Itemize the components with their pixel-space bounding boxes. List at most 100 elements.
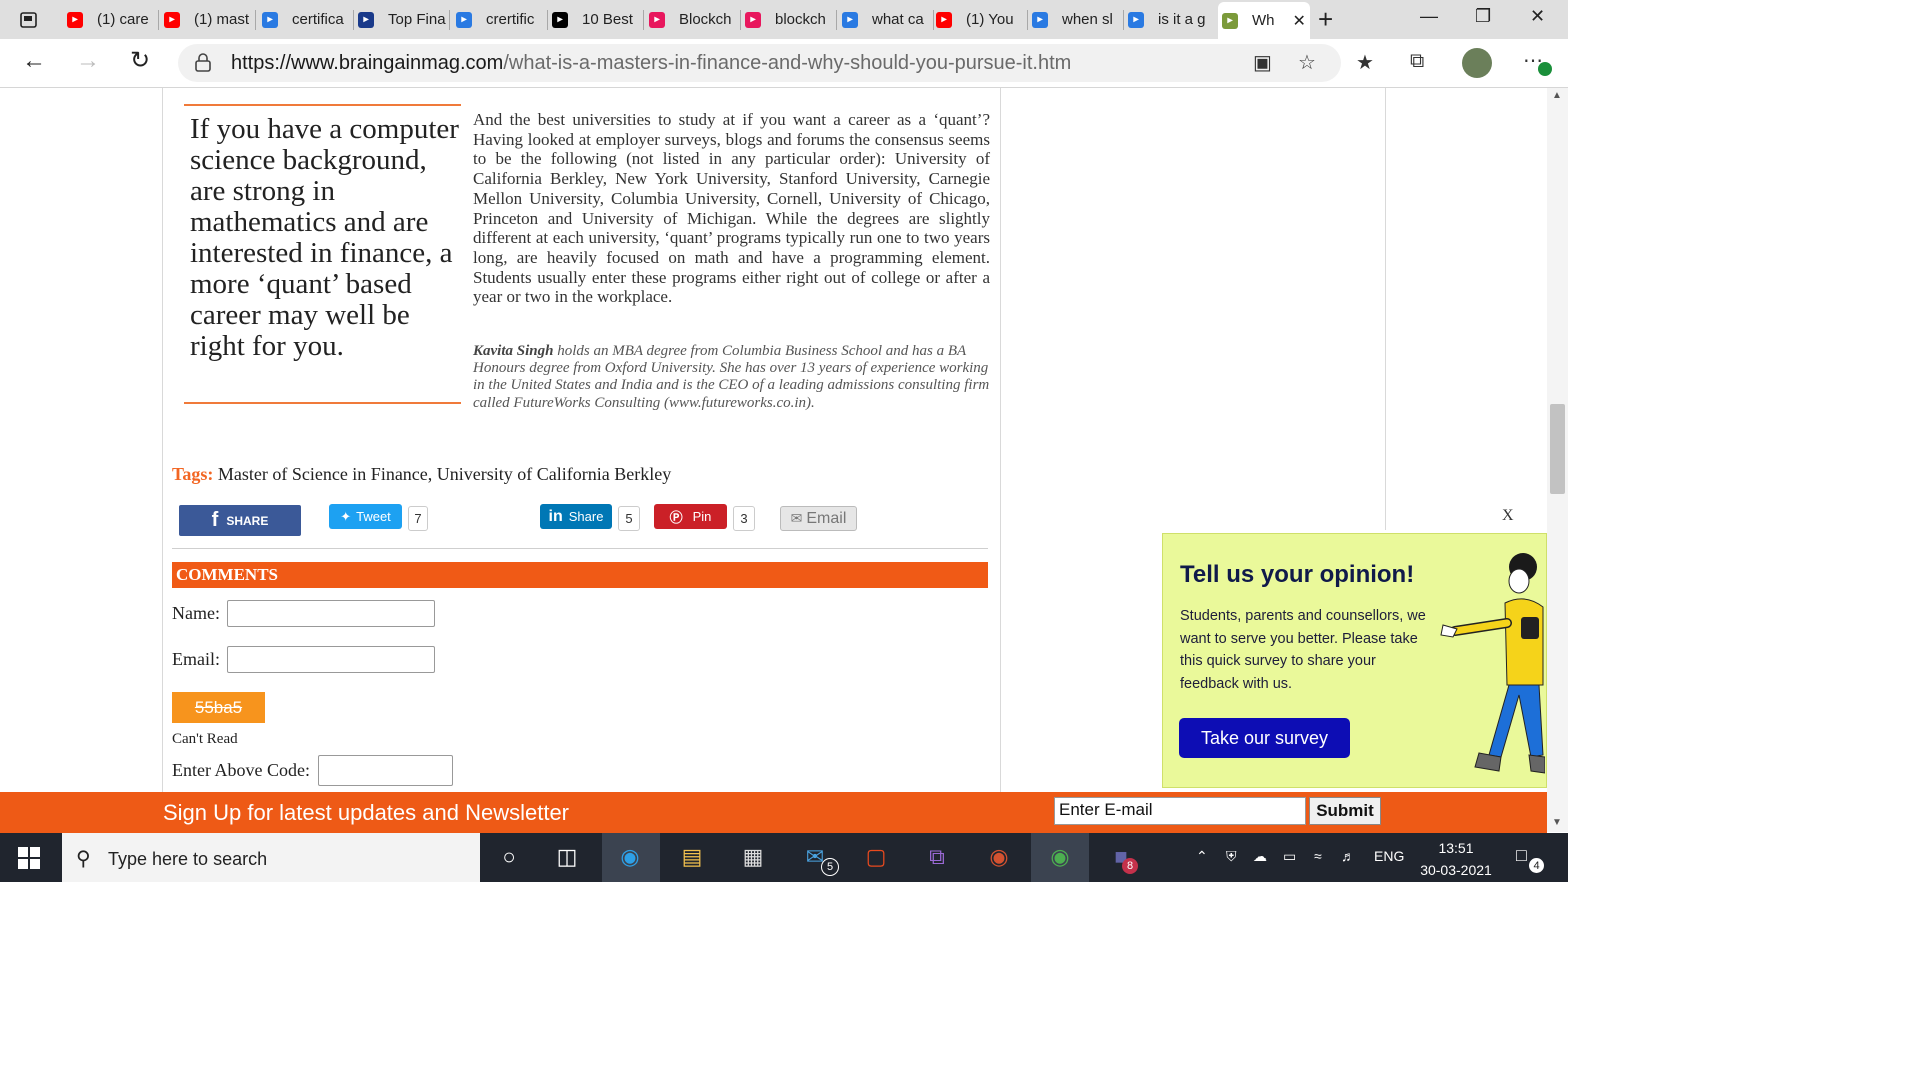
close-tab-icon[interactable]: ✕ [1293,11,1306,31]
article-paragraph: And the best universities to study at if… [473,110,990,307]
bing-icon: ▸ [1128,11,1144,28]
email-share-button[interactable]: ✉ Email [780,506,857,531]
newsletter-email-input[interactable]: Enter E-mail [1054,797,1306,825]
tab-label: Wh [1252,12,1275,29]
url-text[interactable]: https://www.braingainmag.com/what-is-a-m… [231,52,1071,75]
minimize-button[interactable]: — [1420,6,1438,27]
captcha-code-input[interactable] [318,755,453,786]
tab-label: what ca [872,11,924,28]
back-button[interactable]: ← [22,47,46,75]
take-survey-button[interactable]: Take our survey [1179,718,1350,758]
browser-tab[interactable]: ▸ is it a g [1124,3,1221,36]
restore-button[interactable]: ❐ [1475,6,1491,27]
browser-tab[interactable]: ▸ (1) care [63,3,160,36]
email-input[interactable] [227,646,435,673]
newsletter-text: Sign Up for latest updates and Newslette… [163,800,570,825]
captcha-code-label: Enter Above Code: [172,760,310,780]
pinterest-count: 3 [733,506,755,531]
task-view-icon[interactable]: ◫ [551,841,583,873]
wifi-icon[interactable]: ≈ [1314,848,1322,864]
new-tab-button[interactable]: + [1318,3,1333,36]
add-favorite-icon[interactable]: ☆ [1298,50,1316,75]
tab-label: (1) You [966,11,1014,28]
tab-actions-icon [20,12,37,28]
cant-read-link[interactable]: Can't Read [172,731,238,748]
author-bio: Kavita Singh holds an MBA degree from Co… [473,343,990,412]
battery-icon[interactable]: ▭ [1283,848,1296,865]
envelope-icon: ✉ [790,510,803,526]
youtube-icon: ▸ [936,11,952,28]
show-hidden-icons[interactable]: ⌃ [1196,848,1208,865]
windows-start-icon[interactable] [18,847,40,874]
browser-tab[interactable]: ▸ certifica [258,3,355,36]
tag-link[interactable]: Master of Science in Finance [218,464,428,484]
browser-tab[interactable]: ▸ Top Fina [354,3,451,36]
tag-separator: , [427,464,437,484]
search-icon: ⚲ [76,848,91,870]
onedrive-icon[interactable]: ☁ [1253,848,1267,865]
survey-close-button[interactable]: X [1502,507,1514,525]
close-window-button[interactable]: ✕ [1530,6,1545,27]
reader-view-icon[interactable]: ▣ [1253,50,1272,75]
name-label: Name: [172,603,220,623]
tab-label: blockch [775,11,826,28]
tag-link[interactable]: University of California Berkley [437,464,671,484]
survey-illustration [1435,545,1546,790]
newsletter-submit-button[interactable]: Submit [1309,797,1381,825]
wall-street-icon: ▸ [358,11,374,28]
clock-time: 13:51 [1438,840,1474,856]
youtube-icon: ▸ [67,11,83,28]
browser-tab[interactable]: ▸ what ca [838,3,935,36]
tab-label: 10 Best [582,11,633,28]
tab-separator [158,10,159,30]
security-shield-icon[interactable]: ⛨ [1226,848,1237,865]
linkedin-share-button[interactable]: in Share [540,504,612,529]
tab-label: Blockch [679,11,732,28]
tab-separator [643,10,644,30]
browser-tab[interactable]: ▸ (1) mast [160,3,257,36]
youtube-icon: ▸ [164,11,180,28]
linkedin-count: 5 [618,506,640,531]
facebook-icon: f [211,509,219,531]
powerpoint-icon[interactable]: ◉ [983,841,1015,873]
browser-tab[interactable]: ▸ 10 Best [548,3,645,36]
scroll-down-icon[interactable]: ▼ [1552,817,1562,828]
file-explorer-icon[interactable]: ▤ [676,841,708,873]
refresh-button[interactable]: ↻ [130,46,150,75]
taskbar-search-placeholder[interactable]: Type here to search [108,849,267,870]
browser-tab[interactable]: ▸ when sl [1028,3,1125,36]
taskbar-clock[interactable]: 13:51 30-03-2021 [1416,837,1496,881]
browser-tab[interactable]: ▸ crertific [452,3,549,36]
facebook-share-button[interactable]: f SHARE [179,505,301,536]
mail-badge: 5 [821,858,839,876]
language-indicator[interactable]: ENG [1374,848,1404,864]
browser-tab[interactable]: ▸ blockch [741,3,838,36]
volume-icon[interactable]: ♬ [1341,848,1355,864]
office-icon[interactable]: ▢ [860,841,892,873]
forward-button[interactable]: → [76,47,100,75]
lock-icon[interactable] [194,53,212,78]
author-name: Kavita Singh [473,343,554,359]
scrollbar-thumb[interactable] [1550,404,1565,494]
browser-tab[interactable]: ▸ Wh ✕ [1218,2,1310,39]
sidebar-divider [1385,88,1386,530]
profile-avatar[interactable] [1462,48,1492,78]
scroll-up-icon[interactable]: ▲ [1552,90,1562,101]
visual-studio-icon[interactable]: ⧉ [921,841,953,873]
name-input[interactable] [227,600,435,627]
cortana-icon[interactable]: ○ [493,841,525,873]
notifications-icon[interactable]: □ [1516,845,1527,866]
collections-icon[interactable]: ⧉ [1410,50,1424,73]
browser-tab[interactable]: ▸ Blockch [645,3,742,36]
store-icon[interactable]: ▦ [737,841,769,873]
browser-tab[interactable]: ▸ (1) You [932,3,1029,36]
bing-icon: ▸ [456,11,472,28]
pinterest-pin-button[interactable]: Ⓟ Pin [654,504,727,529]
bing-icon: ▸ [262,11,278,28]
captcha-image: 55ba5 [172,692,265,723]
pull-quote-text: If you have a computer science backgroun… [190,113,459,362]
tweet-button[interactable]: ✦ Tweet [329,504,402,529]
favorites-icon[interactable]: ★ [1356,50,1374,75]
tab-actions-button[interactable] [5,5,49,33]
divider [172,548,988,549]
